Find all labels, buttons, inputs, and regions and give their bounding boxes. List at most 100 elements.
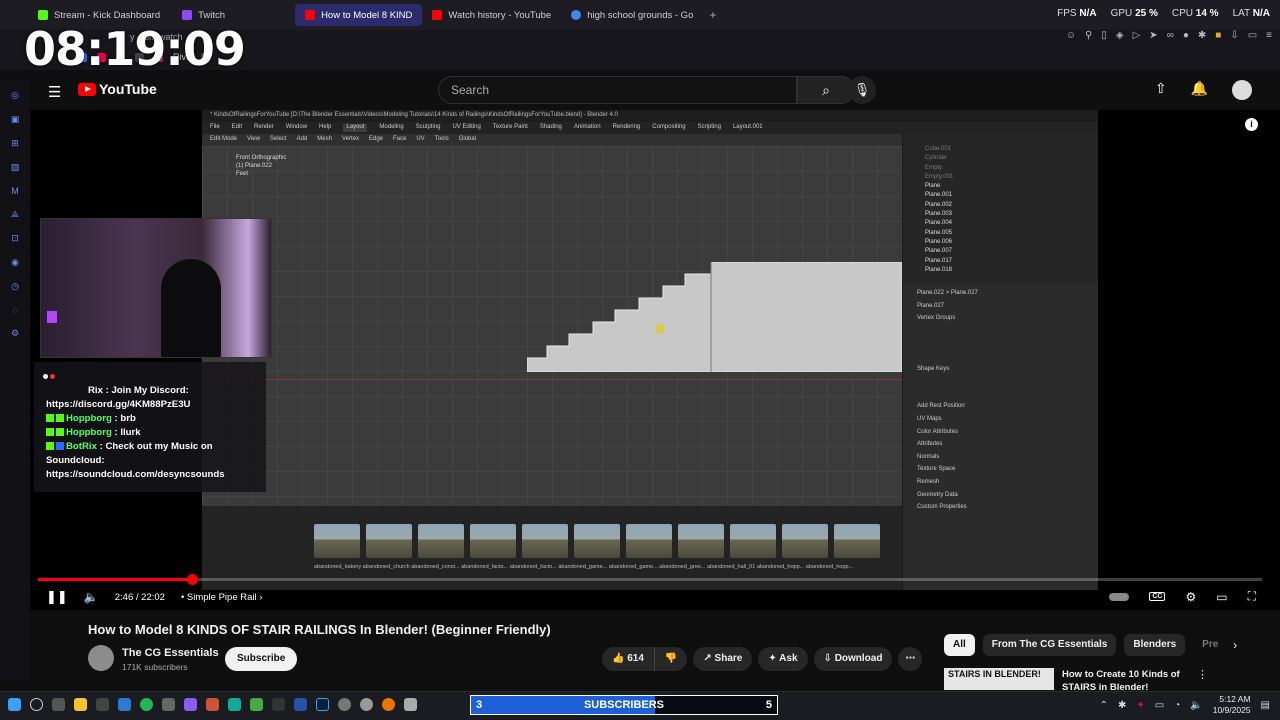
avatar[interactable]: [1232, 80, 1252, 100]
app-icon[interactable]: [338, 698, 351, 711]
extension-icon[interactable]: ☺: [1066, 30, 1076, 41]
theater-mode-icon[interactable]: ▭: [1216, 590, 1227, 604]
fullscreen-icon[interactable]: ⛶: [1248, 589, 1256, 604]
app-tray-icon[interactable]: ✦: [1136, 700, 1144, 711]
chip-partial[interactable]: Pre: [1193, 634, 1225, 656]
scrubber-handle[interactable]: [186, 574, 198, 585]
recommended-video[interactable]: STAIRS IN BLENDER! How to Create 10 Kind…: [944, 668, 1244, 690]
pause-icon[interactable]: ❚❚: [46, 589, 68, 605]
search-button[interactable]: ⌕: [797, 76, 855, 104]
upload-icon[interactable]: ⇧: [1155, 80, 1167, 100]
youtube-logo[interactable]: YouTube: [78, 81, 157, 97]
app-icon[interactable]: [404, 698, 417, 711]
bookmark-icon[interactable]: ▯: [1101, 30, 1107, 41]
blender-menu-item: Rendering: [612, 124, 641, 130]
blender-header-item: Tools: [434, 136, 449, 142]
network-icon[interactable]: ▭: [1155, 700, 1164, 711]
sidebar-icon[interactable]: ▭: [1248, 30, 1257, 41]
download-button[interactable]: ⇩ Download: [813, 647, 893, 671]
download-icon[interactable]: ⇩: [1230, 30, 1238, 41]
sidebar-icon[interactable]: ◎: [11, 90, 19, 101]
app-icon[interactable]: [184, 698, 197, 711]
sidebar-icon[interactable]: ◌: [12, 305, 17, 315]
sidebar-icon[interactable]: ◷: [11, 281, 19, 292]
app-icon[interactable]: [96, 698, 109, 711]
app-tray-icon[interactable]: ✱: [1118, 700, 1126, 711]
sidebar-icon[interactable]: ▣: [11, 114, 20, 125]
chapter-button[interactable]: • Simple Pipe Rail ›: [181, 592, 262, 603]
sidebar-icon[interactable]: ▧: [11, 162, 20, 173]
sidebar-icon[interactable]: ⟁: [11, 209, 19, 220]
settings-icon[interactable]: ⚙: [1185, 590, 1196, 604]
thumbs-up-icon: 👍: [612, 653, 625, 664]
file-explorer-icon[interactable]: [74, 698, 87, 711]
obs-icon[interactable]: [206, 698, 219, 711]
search-icon[interactable]: [30, 698, 43, 711]
menu-icon[interactable]: ☰: [48, 83, 61, 101]
windows-start-icon[interactable]: [8, 698, 21, 711]
app-icon[interactable]: [228, 698, 241, 711]
link-icon[interactable]: ∞: [1167, 30, 1174, 41]
taskbar-clock[interactable]: 5:12 AM 10/9/2025: [1213, 694, 1251, 716]
chip-all[interactable]: All: [944, 634, 975, 656]
captions-button[interactable]: CC: [1149, 592, 1166, 601]
app-icon[interactable]: [360, 698, 373, 711]
like-button[interactable]: 👍 614: [612, 647, 644, 671]
app-icon[interactable]: [250, 698, 263, 711]
property-row: Plane.022 > Plane.027: [917, 290, 978, 296]
info-icon[interactable]: i: [1245, 118, 1258, 131]
tab-youtube-video[interactable]: How to Model 8 KIND: [295, 4, 423, 26]
search-input[interactable]: Search: [438, 76, 797, 104]
chip-blenders[interactable]: Blenders: [1124, 634, 1186, 656]
menu-icon[interactable]: ≡: [1266, 30, 1272, 41]
voice-search-button[interactable]: 🎙: [848, 76, 876, 104]
app-icon[interactable]: [162, 698, 175, 711]
blender-properties-panel: Cube.001 Cylinder Empty Empty.001 Plane Plane…: [902, 134, 1098, 590]
dislike-button[interactable]: 👎: [653, 647, 687, 671]
play-icon[interactable]: ▷: [1133, 30, 1141, 41]
notification-icon[interactable]: ▤: [1261, 700, 1270, 711]
task-view-icon[interactable]: [52, 698, 65, 711]
sidebar-icon[interactable]: M: [11, 186, 19, 196]
settings-icon[interactable]: ⚙: [11, 328, 19, 339]
chip-from-channel[interactable]: From The CG Essentials: [982, 634, 1117, 656]
spotify-icon[interactable]: [140, 698, 153, 711]
subscribe-button[interactable]: Subscribe: [225, 647, 298, 671]
tab-google-search[interactable]: high school grounds - Go: [561, 4, 703, 26]
app-icon[interactable]: [272, 698, 285, 711]
ask-button[interactable]: ✦ Ask: [758, 647, 808, 671]
extension-icon[interactable]: ■: [1215, 30, 1221, 41]
channel-name[interactable]: The CG Essentials: [122, 647, 219, 659]
chevron-up-icon[interactable]: ⌃: [1100, 700, 1108, 711]
volume-icon[interactable]: 🔈: [84, 590, 99, 604]
send-icon[interactable]: ➤: [1149, 30, 1157, 41]
sidebar-icon[interactable]: ⊡: [11, 233, 19, 244]
blender-icon[interactable]: [382, 698, 395, 711]
pin-icon[interactable]: ⚲: [1085, 30, 1092, 41]
object-name: (1) Plane.022: [236, 163, 273, 169]
sidebar-icon[interactable]: ◉: [11, 257, 19, 268]
tab-watch-history[interactable]: Watch history - YouTube: [422, 4, 561, 26]
more-actions-button[interactable]: ⋯: [898, 647, 923, 671]
wifi-icon[interactable]: ◔: [1174, 700, 1180, 711]
puzzle-icon[interactable]: ✱: [1198, 30, 1206, 41]
channel-avatar[interactable]: [88, 645, 114, 671]
shield-icon[interactable]: ◈: [1116, 30, 1124, 41]
chat-line: Soundcloud:: [46, 455, 105, 466]
extension-icon[interactable]: ●: [1183, 30, 1189, 41]
share-button[interactable]: ↗ Share: [693, 647, 753, 671]
more-options-icon[interactable]: ⋮: [1197, 668, 1208, 681]
progress-bar[interactable]: [38, 574, 1262, 585]
bell-icon[interactable]: 🔔: [1191, 80, 1208, 100]
video-player[interactable]: * KindsOfRailingsForYouTube [D:\The Blen…: [30, 110, 1280, 610]
autoplay-toggle[interactable]: [1109, 592, 1130, 601]
tab-label: How to Model 8 KIND: [321, 9, 413, 21]
chevron-right-icon[interactable]: ›: [1233, 638, 1237, 652]
app-icon[interactable]: [294, 698, 307, 711]
volume-icon[interactable]: 🔈: [1190, 700, 1202, 711]
app-icon[interactable]: [118, 698, 131, 711]
photoshop-icon[interactable]: [316, 698, 329, 711]
new-tab-button[interactable]: +: [703, 8, 722, 22]
property-row: Attributes: [917, 441, 943, 448]
sidebar-icon[interactable]: ⊞: [11, 138, 19, 149]
